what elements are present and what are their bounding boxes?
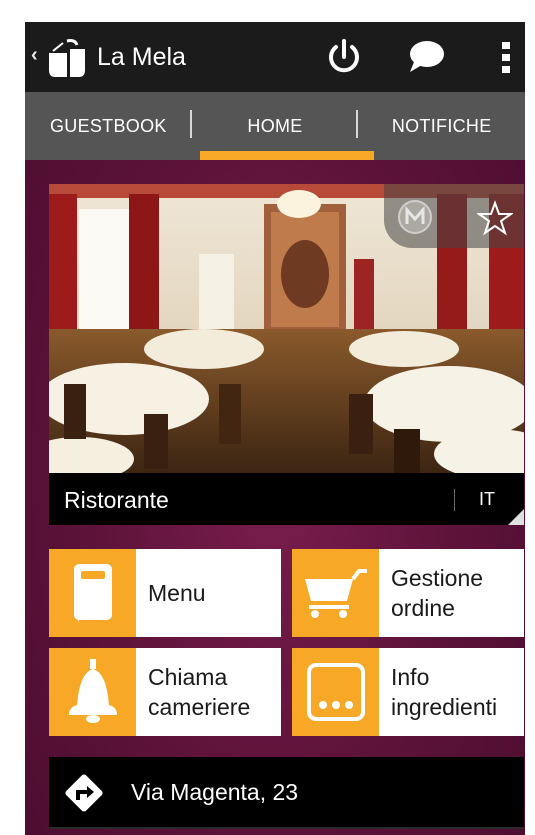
ingredients-info-button[interactable]: Info ingredienti [292,648,524,736]
tab-label: GUESTBOOK [49,115,167,136]
power-icon[interactable] [323,36,365,78]
action-bar: ‹ La Mela [25,22,525,92]
cart-icon [292,549,379,637]
tab-guestbook[interactable]: GUESTBOOK [25,92,192,160]
tile-label: Menu [148,549,278,637]
order-management-button[interactable]: Gestione ordine [292,549,524,637]
tab-label: NOTIFICHE [391,115,492,136]
tab-bar: GUESTBOOK HOME NOTIFICHE [25,92,525,160]
address-text: Via Magenta, 23 [131,779,299,805]
tab-home[interactable]: HOME [192,92,359,160]
m-badge-icon[interactable] [397,199,433,235]
app-title: La Mela [97,43,186,71]
hero-caption-bar: Ristorante IT [49,473,524,525]
caption-divider [454,489,455,511]
tab-label: HOME [247,115,303,136]
tile-label-line: ingredienti [391,694,498,720]
star-outline-icon[interactable] [477,200,513,236]
apple-logo-icon[interactable] [45,37,89,79]
tile-label-line: ordine [391,595,455,621]
tile-label: Gestione ordine [391,549,521,637]
tile-label-line: Info [391,664,430,690]
more-dots-icon [292,648,379,736]
restaurant-category-title: Ristorante [64,487,169,513]
bell-icon [49,648,136,736]
menu-button[interactable]: Menu [49,549,281,637]
tile-label-line: Chiama [148,664,228,690]
tile-label: Chiama cameriere [148,648,278,736]
overflow-menu-icon[interactable] [485,36,525,78]
divider [49,827,524,829]
language-selector[interactable]: IT [479,489,495,510]
corner-fold-icon [508,509,524,525]
tile-label: Info ingredienti [391,648,521,736]
directions-icon [65,774,103,812]
address-bar[interactable]: Via Magenta, 23 [49,757,524,827]
tab-selected-indicator [200,151,374,160]
tile-label-line: cameriere [148,694,251,720]
chat-bubble-icon[interactable] [405,36,447,78]
tab-notifiche[interactable]: NOTIFICHE [358,92,525,160]
book-icon [49,549,136,637]
tile-label-line: Menu [148,580,206,606]
call-waiter-button[interactable]: Chiama cameriere [49,648,281,736]
back-chevron-icon[interactable]: ‹ [31,44,38,67]
restaurant-card[interactable]: Ristorante IT [49,184,524,525]
tile-label-line: Gestione [391,565,484,591]
app-screen: ‹ La Mela GUESTBOOK HOME NOTIFICHE Risto… [25,22,525,835]
